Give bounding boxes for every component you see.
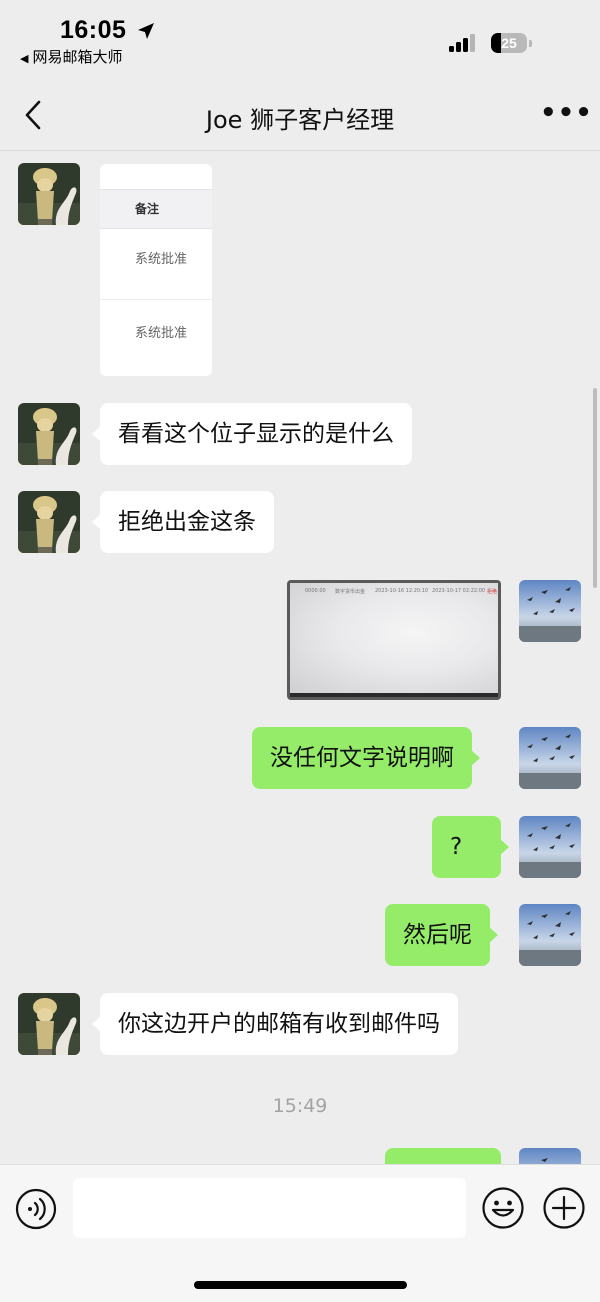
chat-area[interactable]: 备注 系统批准 系统批准 看看这个位子显示的是什么 拒绝出金这条 0000.00… [0,151,600,1164]
forwarded-table-card[interactable]: 备注 系统批准 系统批准 [100,164,212,376]
message-bubble[interactable]: 拒绝出金这条 [92,491,274,553]
screenshot-text: 0000.00 [305,588,326,594]
home-indicator[interactable] [194,1281,407,1289]
nav-bar: Joe 狮子客户经理 ••• [0,80,600,151]
status-time: 16:05 [60,16,127,44]
screenshot-text: 拒绝 [487,589,498,595]
table-cell: 系统批准 [135,326,188,341]
battery-level: 25 [501,35,517,51]
contact-avatar[interactable] [18,491,80,553]
more-icon[interactable]: ••• [540,100,592,126]
contact-avatar[interactable] [18,163,80,225]
screenshot-text: 数字货币出金 [335,589,366,595]
table-header-label: 备注 [135,202,160,216]
message-bubble[interactable]: ? [432,816,509,878]
my-avatar[interactable] [519,1148,581,1164]
my-avatar[interactable] [519,904,581,966]
emoji-icon[interactable] [481,1186,525,1230]
status-bar: 16:05 ◀ 网易邮箱大师 25 [0,0,600,74]
scrollbar[interactable] [593,388,597,588]
signal-icon [449,34,475,52]
table-cell: 系统批准 [135,252,188,267]
message-input[interactable] [73,1178,466,1238]
message-bubble[interactable]: 没任何文字说明啊 [252,727,480,789]
plus-icon[interactable] [542,1186,586,1230]
message-bubble[interactable]: 然后呢 [385,904,498,966]
location-arrow-icon [138,23,154,39]
message-bubble-partial[interactable] [385,1148,501,1164]
contact-avatar[interactable] [18,403,80,465]
battery-icon: 25 [491,33,535,55]
table-header: 备注 [100,189,212,229]
my-avatar[interactable] [519,727,581,789]
screenshot-text: 2023-10-17 02:22:00 [432,588,486,594]
back-app-label: 网易邮箱大师 [32,48,123,66]
screenshot-text: 2023-10-16 12:20:10 [375,588,429,594]
voice-icon[interactable] [15,1188,57,1230]
message-bubble[interactable]: 你这边开户的邮箱有收到邮件吗 [92,993,458,1055]
image-message[interactable]: 0000.00 数字货币出金 2023-10-16 12:20:10 2023-… [287,580,501,700]
chat-title: Joe 狮子客户经理 [205,106,395,134]
back-app-arrow-icon: ◀ [20,52,29,65]
message-timestamp: 15:49 [272,1095,328,1117]
my-avatar[interactable] [519,816,581,878]
my-avatar[interactable] [519,580,581,642]
message-bubble[interactable]: 看看这个位子显示的是什么 [92,403,412,465]
back-chevron-icon[interactable] [18,98,50,132]
back-to-app-link[interactable]: ◀ 网易邮箱大师 [20,46,122,67]
contact-avatar[interactable] [18,993,80,1055]
